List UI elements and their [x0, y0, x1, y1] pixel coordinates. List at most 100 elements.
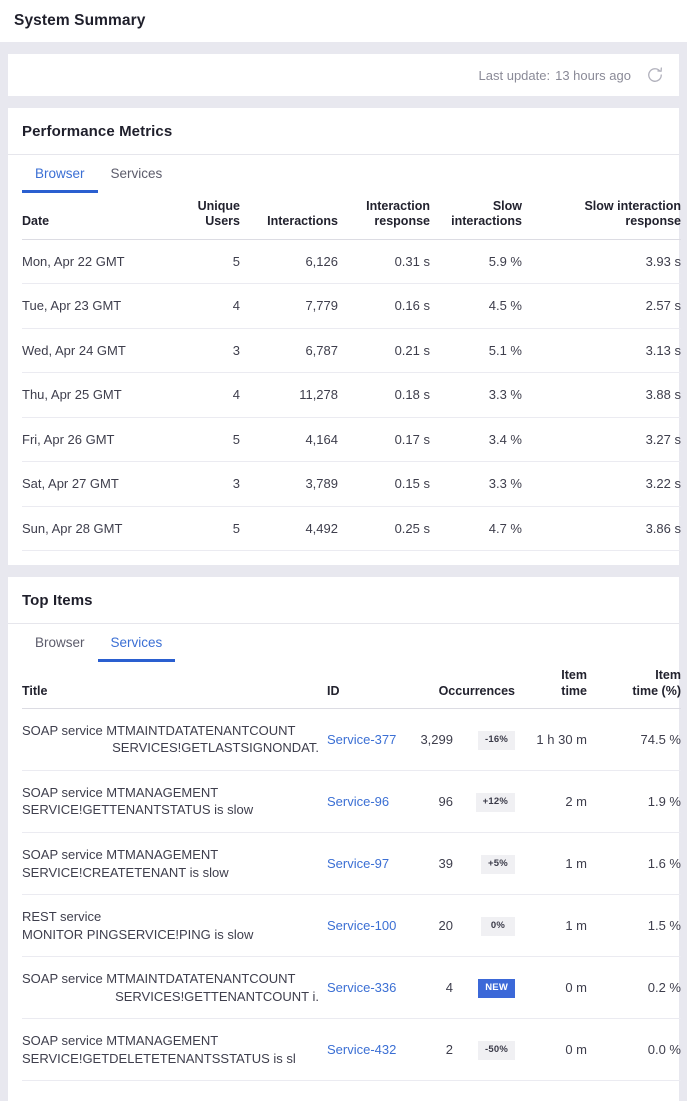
service-id-link[interactable]: Service-96: [327, 794, 389, 809]
cell-interaction-response: 0.31 s: [338, 239, 430, 285]
service-id-link[interactable]: Service-432: [327, 1042, 396, 1057]
performance-metrics-table: Date Unique Users Interactions Interacti…: [22, 193, 681, 552]
column-header-unique-users: Unique Users: [172, 193, 240, 240]
last-update-bar: Last update: 13 hours ago: [8, 54, 679, 96]
status-badge: -50%: [478, 1041, 515, 1061]
cell-interaction-response: 0.15 s: [338, 461, 430, 507]
last-update-value: 13 hours ago: [555, 67, 631, 83]
table-row: SOAP service MTMAINTDATATENANTCOUNT SERV…: [22, 956, 681, 1020]
cell-item-time-pct: 74.5 %: [587, 708, 681, 771]
cell-item-time: 2 m: [515, 770, 587, 834]
top-items-tabs: Browser Services: [8, 624, 679, 663]
column-header-id: ID: [327, 662, 409, 709]
cell-unique-users: 4: [172, 283, 240, 329]
table-row: REST service MONITOR PINGSERVICE!PING is…: [22, 894, 681, 958]
cell-interactions: 7,779: [240, 283, 338, 329]
title-line-1: REST service: [22, 909, 102, 925]
tab-performance-services[interactable]: Services: [98, 155, 176, 193]
refresh-icon[interactable]: [645, 65, 665, 85]
service-id-link[interactable]: Service-97: [327, 856, 389, 871]
cell-interactions: 3,789: [240, 461, 338, 507]
service-id-link[interactable]: Service-377: [327, 732, 396, 747]
table-row: SOAP service MTMANAGEMENT SERVICE!CREATE…: [22, 832, 681, 896]
page-title: System Summary: [14, 12, 146, 29]
cell-date: Wed, Apr 24 GMT: [22, 328, 172, 374]
performance-metrics-title: Performance Metrics: [8, 108, 679, 155]
title-line-1: SOAP service MTMANAGEMENT: [22, 847, 219, 863]
cell-slow-interaction-response: 3.27 s: [522, 417, 681, 463]
status-badge: +5%: [481, 855, 515, 874]
app-header: System Summary: [0, 0, 687, 42]
cell-slow-interaction-response: 3.13 s: [522, 328, 681, 374]
cell-id: Service-97: [327, 832, 409, 896]
cell-title: SOAP service MTMAINTDATATENANTCOUNT SERV…: [22, 956, 327, 1020]
cell-item-time-pct: 1.6 %: [587, 832, 681, 896]
cell-slow-interaction-response: 3.93 s: [522, 239, 681, 285]
title-line-1: SOAP service MTMAINTDATATENANTCOUNT: [22, 722, 296, 738]
service-id-link[interactable]: Service-336: [327, 980, 396, 995]
title-line-1: SOAP service MTMANAGEMENT: [22, 1033, 219, 1049]
status-badge: NEW: [478, 979, 515, 999]
cell-id: Service-96: [327, 770, 409, 834]
cell-date: Sun, Apr 28 GMT: [22, 506, 172, 552]
title-line-2: SERVICE!GETTENANTSTATUS is slow: [22, 802, 254, 818]
cell-interaction-response: 0.25 s: [338, 506, 430, 552]
cell-date: Tue, Apr 23 GMT: [22, 283, 172, 329]
cell-interactions: 4,164: [240, 417, 338, 463]
top-items-body: SOAP service MTMAINTDATATENANTCOUNT SERV…: [22, 708, 681, 1082]
cell-trend-badge: -50%: [453, 1018, 515, 1082]
cell-slow-interactions: 3.4 %: [430, 417, 522, 463]
cell-id: Service-432: [327, 1018, 409, 1082]
cell-date: Sat, Apr 27 GMT: [22, 461, 172, 507]
cell-item-time: 0 m: [515, 956, 587, 1020]
cell-trend-badge: -16%: [453, 708, 515, 771]
cell-item-time: 1 h 30 m: [515, 708, 587, 771]
cell-title: REST service MONITOR PINGSERVICE!PING is…: [22, 894, 327, 958]
cell-interactions: 6,126: [240, 239, 338, 285]
title-line-1: SOAP service MTMANAGEMENT: [22, 784, 219, 800]
title-line-2: SERVICES!GETLASTSIGNONDAT.: [112, 740, 319, 756]
cell-slow-interactions: 3.3 %: [430, 461, 522, 507]
cell-interaction-response: 0.17 s: [338, 417, 430, 463]
cell-title: SOAP service MTMAINTDATATENANTCOUNT SERV…: [22, 708, 327, 771]
status-badge: 0%: [481, 917, 515, 937]
cell-occurrences: 96: [409, 770, 453, 834]
table-row: Mon, Apr 22 GMT 5 6,126 0.31 s 5.9 % 3.9…: [22, 239, 681, 285]
cell-interactions: 11,278: [240, 372, 338, 418]
cell-unique-users: 3: [172, 461, 240, 507]
table-row: Sun, Apr 28 GMT 5 4,492 0.25 s 4.7 % 3.8…: [22, 506, 681, 552]
cell-date: Fri, Apr 26 GMT: [22, 417, 172, 463]
tab-performance-browser[interactable]: Browser: [22, 155, 98, 193]
tab-top-items-browser[interactable]: Browser: [22, 624, 98, 662]
column-header-item-time: Item time: [515, 662, 587, 709]
tab-top-items-services[interactable]: Services: [97, 624, 176, 663]
table-header-row: Date Unique Users Interactions Interacti…: [22, 193, 681, 240]
column-header-slow-interaction-response: Slow interaction response: [522, 193, 681, 240]
cell-title: SOAP service MTMANAGEMENT SERVICE!CREATE…: [22, 832, 327, 896]
table-row: SOAP service MTMAINTDATATENANTCOUNT SERV…: [22, 708, 681, 771]
cell-trend-badge: +12%: [453, 770, 515, 834]
column-header-interactions: Interactions: [240, 193, 338, 240]
cell-occurrences: 20: [409, 894, 453, 958]
top-items-card: Top Items Browser Services Title ID Occu…: [8, 577, 681, 1101]
cell-item-time-pct: 1.9 %: [587, 770, 681, 834]
cell-title: SOAP service MTMANAGEMENT SERVICE!GETDEL…: [22, 1018, 327, 1082]
cell-occurrences: 2: [409, 1018, 453, 1082]
top-items-table: Title ID Occurrences Item time Item time…: [22, 662, 681, 1082]
title-line-2: SERVICES!GETTENANTCOUNT i.: [115, 988, 319, 1004]
title-line-2: SERVICE!GETDELETETENANTSSTATUS is sl: [22, 1050, 296, 1066]
table-row: SOAP service MTMANAGEMENT SERVICE!GETDEL…: [22, 1018, 681, 1082]
table-row: Thu, Apr 25 GMT 4 11,278 0.18 s 3.3 % 3.…: [22, 372, 681, 418]
cell-item-time-pct: 0.2 %: [587, 956, 681, 1020]
table-row: Sat, Apr 27 GMT 3 3,789 0.15 s 3.3 % 3.2…: [22, 461, 681, 507]
cell-date: Thu, Apr 25 GMT: [22, 372, 172, 418]
cell-interaction-response: 0.21 s: [338, 328, 430, 374]
cell-unique-users: 5: [172, 239, 240, 285]
title-line-2: SERVICE!CREATETENANT is slow: [22, 864, 229, 880]
status-badge: -16%: [478, 730, 515, 750]
service-id-link[interactable]: Service-100: [327, 918, 396, 933]
cell-slow-interaction-response: 3.22 s: [522, 461, 681, 507]
column-header-date: Date: [22, 193, 172, 240]
